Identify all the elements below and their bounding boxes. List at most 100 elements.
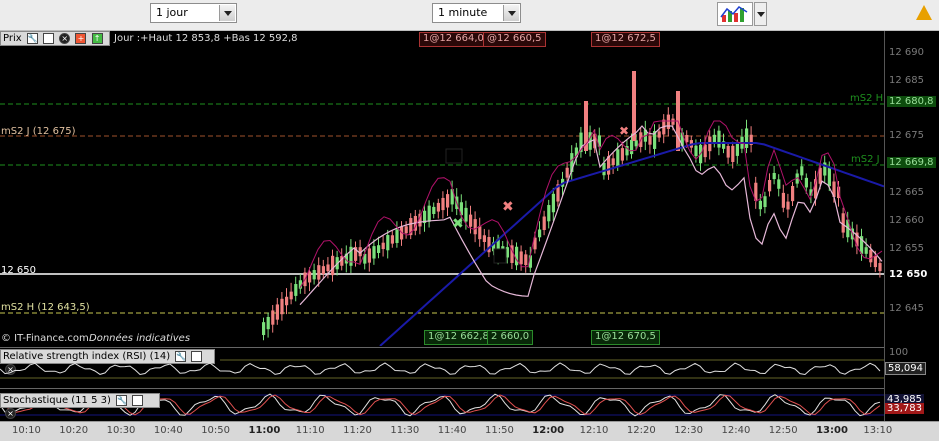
stoch-panel-title: Stochastique (11 5 3) [3, 395, 111, 406]
chart-type-dropdown[interactable] [754, 2, 767, 26]
wrench-icon[interactable]: 🔧 [116, 394, 128, 406]
candle-body [758, 200, 762, 210]
stoch-panel[interactable]: Stochastique (11 5 3) 🔧 × [0, 388, 884, 422]
ms2j-value-badge: 12 669,8 [887, 157, 936, 168]
candle-body [289, 291, 293, 300]
ms2j-tag: mS2 J [851, 154, 880, 165]
marker-square [445, 148, 463, 164]
x-tick: 13:10 [863, 425, 893, 436]
day-range-info: Jour :+Haut 12 853,8 +Bas 12 592,8 [114, 33, 298, 44]
interval-select[interactable]: 1 minute [432, 3, 521, 23]
candle-body [427, 205, 431, 222]
candles-layer [262, 71, 882, 341]
candle-body [317, 265, 321, 280]
window-icon[interactable] [132, 394, 144, 406]
candle-body [772, 172, 776, 180]
period-select[interactable]: 1 jour [150, 3, 237, 23]
x-tick: 11:20 [343, 425, 372, 436]
candle-body [524, 254, 528, 265]
x-tick: 11:40 [437, 425, 467, 436]
rsi-value-badge: 58,094 [885, 362, 926, 375]
current-level-tick: 12 650 [889, 269, 928, 280]
chevron-down-icon[interactable] [503, 5, 519, 21]
warning-icon[interactable] [916, 5, 932, 20]
price-panel-header: Prix 🔧 × + ↑ [0, 31, 110, 46]
candle-body [878, 263, 882, 272]
bottom-order-label: 1@12 662,8 [424, 330, 493, 345]
arrow-up-icon[interactable]: ↑ [91, 32, 103, 44]
x-tick: 12:00 [532, 425, 565, 436]
candle-body [312, 270, 316, 280]
candle-body [763, 196, 767, 208]
rsi-panel[interactable]: Relative strength index (RSI) (14) 🔧 × [0, 347, 884, 388]
candle-body [630, 139, 634, 155]
price-axis: 12 690 12 685 12 680,8 12 675 12 669,8 1… [884, 31, 939, 421]
y-tick: 12 645 [889, 303, 924, 314]
candle-body [841, 213, 845, 233]
x-tick: 12:20 [626, 425, 656, 436]
candle-body [294, 284, 298, 296]
y-tick: 12 675 [889, 130, 924, 141]
x-tick: 13:00 [816, 425, 848, 436]
candle-body [482, 235, 486, 243]
candle-body [634, 140, 638, 147]
candle-body [694, 145, 698, 157]
x-tick: 10:20 [59, 425, 89, 436]
candle-body [657, 131, 661, 138]
candle-body [602, 162, 606, 176]
stoch-value-b: 33,783 [885, 403, 924, 414]
bottom-order-label: 2 660,0 [487, 330, 534, 345]
y-tick: 12 660 [889, 215, 924, 226]
candle-body [827, 166, 831, 187]
rsi-canvas [0, 359, 884, 379]
candle-body [266, 316, 270, 330]
top-order-label: 1@12 664,0 [419, 32, 488, 47]
chart-type-button[interactable] [717, 2, 753, 26]
candle-body [372, 246, 376, 259]
candle-body [367, 248, 371, 263]
candle-body [519, 251, 523, 265]
candle-body [321, 266, 325, 275]
x-tick: 12:10 [579, 425, 609, 436]
wrench-icon[interactable]: 🔧 [26, 32, 38, 44]
x-tick: 11:10 [295, 425, 325, 436]
candle-body [275, 304, 279, 320]
candle-body [390, 235, 394, 244]
candle-body [473, 219, 477, 235]
candle-body [873, 256, 877, 268]
candle-body [432, 206, 436, 215]
candle-body [285, 296, 289, 306]
candle-body [377, 245, 381, 253]
level-label: 12 650 [1, 265, 36, 276]
ms2h-value-badge: 12 680,8 [887, 96, 936, 107]
rsi-axis-top: 100 [889, 347, 909, 358]
candle-body [768, 180, 772, 192]
x-tick: 10:40 [153, 425, 183, 436]
price-chart-canvas: ✖ ✖ ✖ [0, 71, 884, 346]
y-tick: 12 690 [889, 47, 924, 58]
candle-body [271, 310, 275, 325]
chevron-down-icon[interactable] [219, 5, 235, 21]
candle-body [777, 179, 781, 189]
candle-body [648, 136, 652, 145]
candle-body [551, 193, 555, 213]
x-tick: 11:00 [248, 425, 281, 436]
close-icon[interactable]: × [5, 407, 16, 419]
candle-body [404, 226, 408, 234]
add-icon[interactable]: + [75, 32, 87, 44]
interval-select-value: 1 minute [438, 6, 488, 19]
candle-body [804, 177, 808, 188]
window-icon[interactable] [43, 32, 55, 44]
toolbar: 1 jour 1 minute [0, 0, 939, 31]
close-icon[interactable]: × [59, 32, 71, 44]
candle-body [731, 145, 735, 162]
candle-body [547, 205, 551, 222]
candle-body [436, 202, 440, 212]
candle-body [538, 229, 542, 238]
stoch-panel-header: Stochastique (11 5 3) 🔧 × [0, 393, 160, 419]
ma-long-line [379, 142, 884, 346]
price-chart[interactable]: ✖ ✖ ✖ Prix 🔧 × + ↑ Jour :+Haut 12 853,8 … [0, 31, 884, 346]
y-tick: 12 655 [889, 243, 924, 254]
candle-body [386, 235, 390, 251]
ms2j-label: mS2 J (12 675) [1, 126, 76, 137]
